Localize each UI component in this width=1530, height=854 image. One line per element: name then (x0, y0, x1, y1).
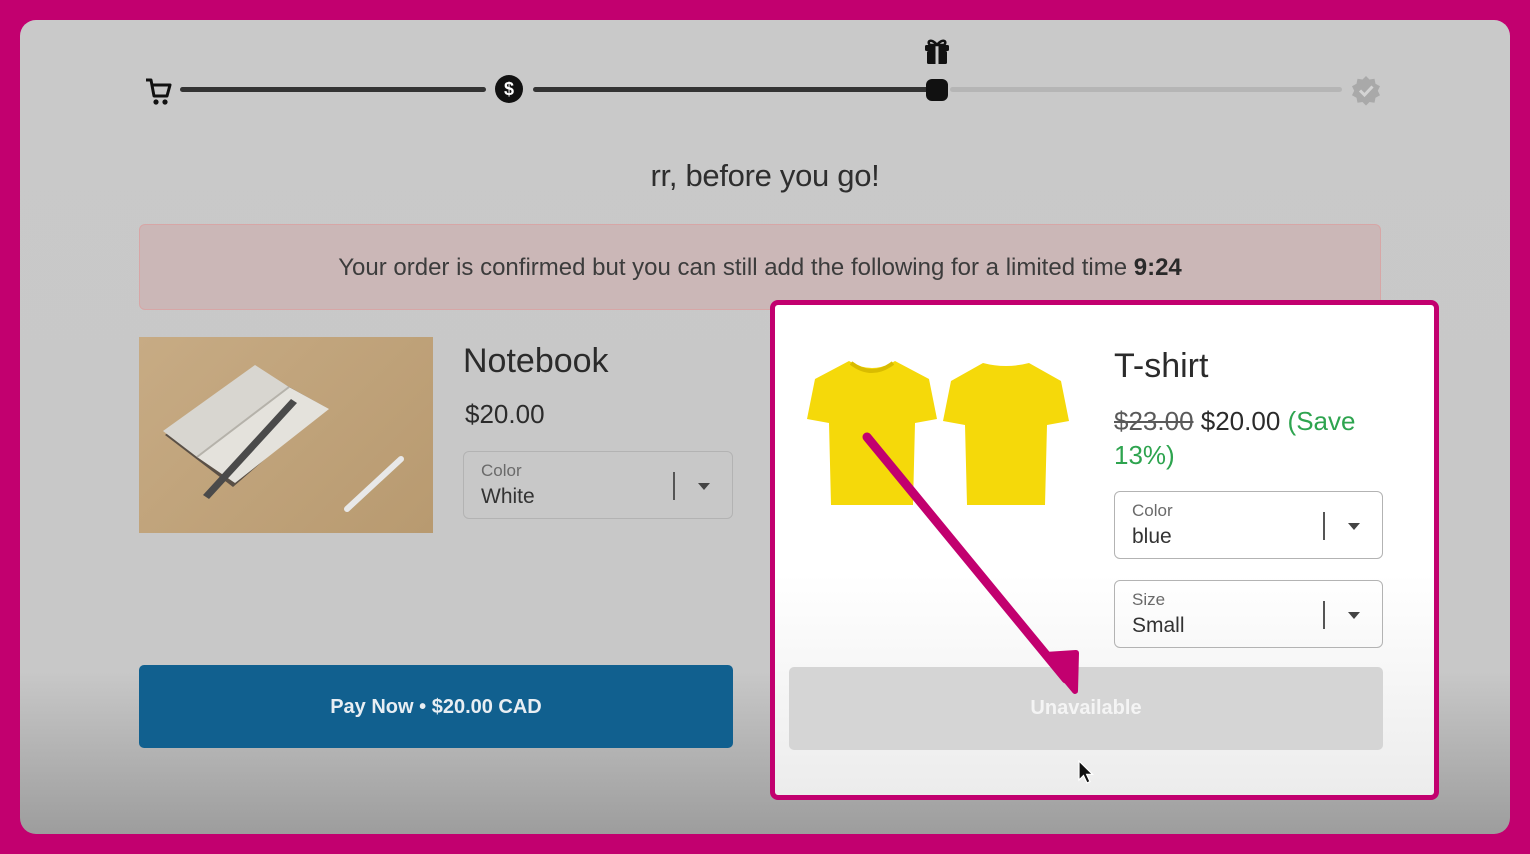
svg-text:$: $ (504, 79, 514, 99)
notebook-color-label: Color (481, 461, 522, 480)
chevron-down-icon (1348, 612, 1360, 619)
gift-icon (922, 36, 952, 71)
tshirt-card: T-shirt $23.00 $20.00 (Save 13%) Color b… (770, 300, 1439, 800)
tshirt-save-percent: 13%) (1114, 440, 1175, 470)
tshirt-save-label: (Save (1287, 406, 1356, 436)
tshirt-back-image (943, 359, 1069, 512)
page-title: rr, before you go! (650, 158, 880, 193)
chevron-down-icon (698, 483, 710, 490)
tshirt-name: T-shirt (1114, 347, 1209, 385)
mouse-cursor-icon (1077, 759, 1095, 791)
select-separator (1323, 601, 1325, 629)
notebook-color-value: White (481, 485, 535, 508)
tshirt-size-select[interactable]: Size Small (1114, 580, 1383, 648)
checkout-window: $ rr, before you go! Your order is confi… (20, 20, 1510, 834)
chevron-down-icon (1348, 523, 1360, 530)
pay-now-button[interactable]: Pay Now • $20.00 CAD (139, 665, 733, 748)
tshirt-front-image (807, 357, 937, 512)
tshirt-size-label: Size (1132, 590, 1166, 609)
progress-line-1 (180, 87, 486, 92)
tshirt-color-label: Color (1132, 501, 1173, 520)
progress-line-3 (950, 87, 1342, 92)
select-separator (673, 472, 675, 500)
tshirt-price-block: $23.00 $20.00 (Save 13%) (1114, 404, 1374, 472)
dollar-icon: $ (494, 74, 524, 109)
progress-line-2 (533, 87, 933, 92)
tshirt-size-value: Small (1132, 614, 1185, 637)
tshirt-color-value: blue (1132, 525, 1172, 548)
tshirt-price: $20.00 (1200, 406, 1281, 436)
banner-text: Your order is confirmed but you can stil… (338, 254, 1128, 281)
notebook-image (139, 337, 433, 533)
unavailable-button[interactable]: Unavailable (789, 667, 1383, 750)
verified-icon (1350, 74, 1382, 111)
notebook-color-select[interactable]: Color White (463, 451, 733, 519)
confirmation-banner: Your order is confirmed but you can stil… (139, 224, 1381, 310)
notebook-name: Notebook (463, 342, 609, 380)
current-step-marker (925, 78, 949, 107)
countdown-timer: 9:24 (1133, 254, 1182, 281)
cart-icon (144, 76, 172, 111)
select-separator (1323, 512, 1325, 540)
notebook-price: $20.00 (465, 399, 545, 429)
tshirt-color-select[interactable]: Color blue (1114, 491, 1383, 559)
tshirt-old-price: $23.00 (1114, 406, 1194, 436)
checkout-progress: $ (20, 20, 1510, 140)
